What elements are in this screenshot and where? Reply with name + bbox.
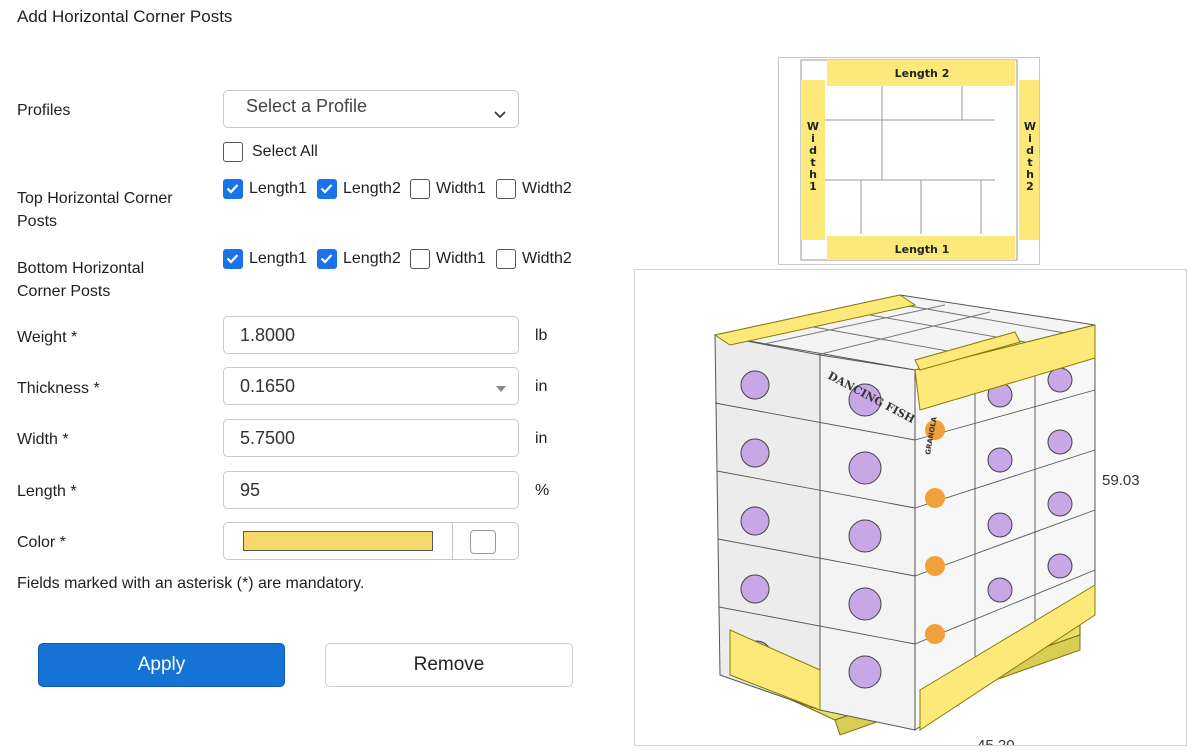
caret-down-icon[interactable] bbox=[496, 368, 506, 404]
thickness-label: Thickness * bbox=[17, 380, 100, 397]
top-length2-label: Length2 bbox=[343, 180, 401, 197]
thickness-value: 0.1650 bbox=[240, 376, 296, 396]
bottom-length1-label: Length1 bbox=[249, 250, 307, 267]
width2-char: 2 bbox=[1026, 180, 1034, 193]
bottom-length2-checkbox[interactable] bbox=[317, 249, 337, 269]
pallet-preview-svg: DANCING FISH GRANOLA bbox=[713, 294, 1096, 736]
length1-label: Length 1 bbox=[895, 243, 950, 256]
length-label: Length * bbox=[17, 483, 77, 500]
top-width2-checkbox[interactable] bbox=[496, 179, 516, 199]
top-posts-options: Length1 Length2 Width1 Width2 bbox=[223, 179, 593, 203]
color-label: Color * bbox=[17, 534, 66, 551]
top-length2-option[interactable]: Length2 bbox=[317, 179, 401, 199]
bottom-length2-option[interactable]: Length2 bbox=[317, 249, 401, 269]
top-width1-option[interactable]: Width1 bbox=[410, 179, 486, 199]
top-width1-checkbox[interactable] bbox=[410, 179, 430, 199]
select-all-label: Select All bbox=[252, 143, 318, 160]
top-length1-label: Length1 bbox=[249, 180, 307, 197]
length-unit: % bbox=[535, 482, 550, 499]
bottom-posts-label: Bottom Horizontal Corner Posts bbox=[17, 257, 144, 303]
top-length2-checkbox[interactable] bbox=[317, 179, 337, 199]
bottom-width1-checkbox[interactable] bbox=[410, 249, 430, 269]
bottom-length1-option[interactable]: Length1 bbox=[223, 249, 307, 269]
bottom-posts-options: Length1 Length2 Width1 Width2 bbox=[223, 249, 593, 273]
bottom-width1-option[interactable]: Width1 bbox=[410, 249, 486, 269]
weight-label: Weight * bbox=[17, 329, 78, 346]
top-width2-label: Width2 bbox=[522, 180, 572, 197]
bottom-width2-option[interactable]: Width2 bbox=[496, 249, 572, 269]
bottom-width2-label: Width2 bbox=[522, 250, 572, 267]
top-posts-label-line2: Posts bbox=[17, 213, 58, 230]
color-clear-box[interactable] bbox=[470, 530, 496, 554]
top-width2-option[interactable]: Width2 bbox=[496, 179, 572, 199]
height-dimension: 59.03 bbox=[1102, 472, 1140, 489]
thickness-unit: in bbox=[535, 378, 548, 395]
profiles-label: Profiles bbox=[17, 102, 71, 119]
diagram-svg: Length 2 Length 1 W i d t h 1 W i d t h … bbox=[800, 59, 1041, 261]
weight-unit: lb bbox=[535, 327, 548, 344]
bottom-dimension: 45.20 bbox=[977, 737, 1015, 746]
select-all-checkbox[interactable] bbox=[223, 142, 243, 162]
bottom-length1-checkbox[interactable] bbox=[223, 249, 243, 269]
width-label: Width * bbox=[17, 431, 69, 448]
corner-post-diagram: Length 2 Length 1 W i d t h 1 W i d t h … bbox=[778, 57, 1041, 265]
top-posts-label-line1: Top Horizontal Corner bbox=[17, 190, 173, 207]
length2-label: Length 2 bbox=[895, 67, 950, 80]
top-length1-checkbox[interactable] bbox=[223, 179, 243, 199]
weight-input[interactable]: 1.8000 bbox=[223, 316, 519, 354]
bottom-width2-checkbox[interactable] bbox=[496, 249, 516, 269]
thickness-combobox[interactable]: 0.1650 bbox=[223, 367, 519, 405]
mandatory-note: Fields marked with an asterisk (*) are m… bbox=[17, 575, 365, 592]
apply-button[interactable]: Apply bbox=[38, 643, 285, 687]
length-input[interactable]: 95 bbox=[223, 471, 519, 509]
color-picker[interactable] bbox=[223, 522, 519, 560]
profile-select[interactable]: Select a Profile bbox=[223, 90, 519, 128]
width1-char: 1 bbox=[809, 180, 817, 193]
width-input[interactable]: 5.7500 bbox=[223, 419, 519, 457]
chevron-down-icon bbox=[494, 103, 506, 124]
width-unit: in bbox=[535, 430, 548, 447]
bottom-posts-label-line2: Corner Posts bbox=[17, 283, 111, 300]
bottom-width1-label: Width1 bbox=[436, 250, 486, 267]
select-all-option[interactable]: Select All bbox=[223, 142, 318, 162]
color-divider bbox=[452, 523, 453, 559]
top-posts-label: Top Horizontal Corner Posts bbox=[17, 187, 173, 233]
remove-button[interactable]: Remove bbox=[325, 643, 573, 687]
bottom-posts-label-line1: Bottom Horizontal bbox=[17, 260, 145, 277]
color-swatch[interactable] bbox=[243, 531, 433, 551]
bottom-length2-label: Length2 bbox=[343, 250, 401, 267]
profile-select-value: Select a Profile bbox=[246, 96, 368, 116]
top-length1-option[interactable]: Length1 bbox=[223, 179, 307, 199]
top-width1-label: Width1 bbox=[436, 180, 486, 197]
dialog-title: Add Horizontal Corner Posts bbox=[17, 7, 233, 26]
pallet-preview: DANCING FISH GRANOLA 59.03 45.20 bbox=[634, 269, 1187, 746]
